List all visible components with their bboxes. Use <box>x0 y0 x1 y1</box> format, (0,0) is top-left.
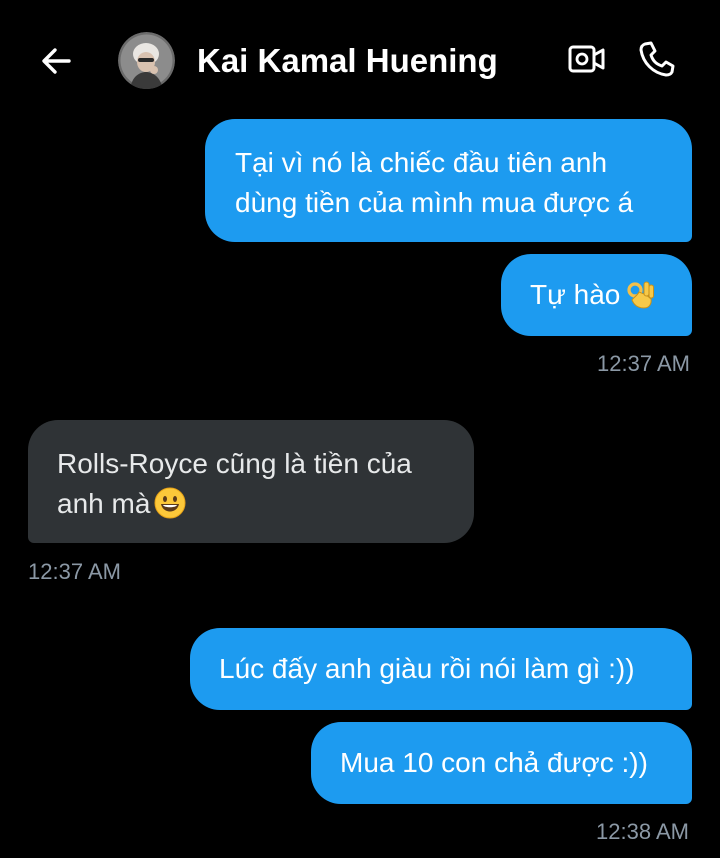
voice-call-button[interactable] <box>636 38 678 80</box>
message-bubble-outgoing[interactable]: Lúc đấy anh giàu rồi nói làm gì :)) <box>190 628 692 710</box>
message-timestamp: 12:37 AM <box>28 559 121 584</box>
message-bubble-outgoing[interactable]: Tự hào <box>501 254 692 336</box>
back-button[interactable] <box>36 40 78 82</box>
message-text-line: Rolls-Royce cũng là tiền của <box>57 448 412 479</box>
arrow-left-icon <box>42 48 71 74</box>
ok-hand-emoji <box>627 281 655 309</box>
message-bubble-outgoing[interactable]: Tại vì nó là chiếc đầu tiên anh dùng tiề… <box>205 119 692 242</box>
phone-icon <box>639 41 675 77</box>
chat-header: Kai Kamal Huening <box>0 0 720 120</box>
message-text-line: dùng tiền của mình mua được á <box>235 187 634 218</box>
message-text: Lúc đấy anh giàu rồi nói làm gì :)) <box>219 653 635 684</box>
message-text: Tự hào <box>530 279 621 310</box>
contact-name[interactable]: Kai Kamal Huening <box>197 40 498 82</box>
video-call-icon <box>568 45 605 73</box>
message-text-line: anh mà <box>57 488 151 519</box>
message-bubble-outgoing[interactable]: Mua 10 con chả được :)) <box>311 722 692 804</box>
video-call-button[interactable] <box>566 40 608 80</box>
message-text: Mua 10 con chả được :)) <box>340 747 648 778</box>
message-text-line: Tại vì nó là chiếc đầu tiên anh <box>235 147 608 178</box>
message-timestamp: 12:38 AM <box>596 819 689 844</box>
message-bubble-incoming[interactable]: Rolls-Royce cũng là tiền của anh mà <box>28 420 474 543</box>
contact-avatar[interactable] <box>118 32 175 89</box>
message-timestamp: 12:37 AM <box>597 351 690 376</box>
grinning-face-emoji <box>154 487 186 519</box>
